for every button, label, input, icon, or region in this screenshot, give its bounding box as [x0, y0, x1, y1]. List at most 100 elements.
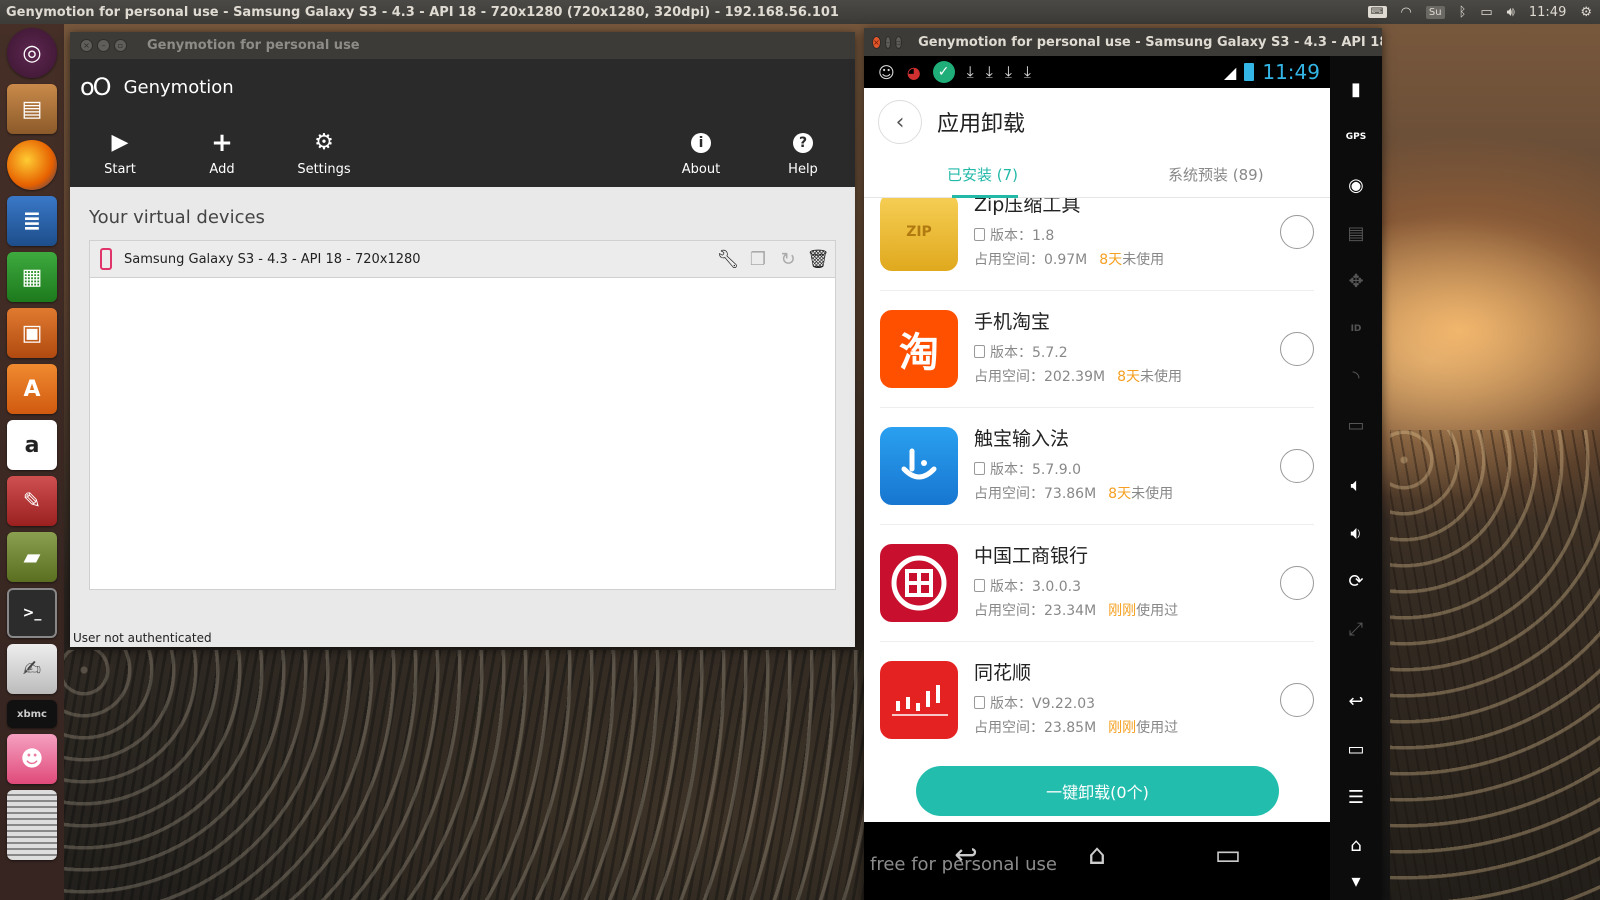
nav-home-icon[interactable]: ⌂ [1067, 836, 1127, 872]
app-space: 占用空间：23.85M 刚刚使用过 [974, 717, 1178, 737]
scale-icon[interactable]: ⤢ [1341, 614, 1371, 644]
usage-text: 使用过 [1136, 720, 1179, 736]
rotate-icon[interactable]: ⟳ [1341, 566, 1371, 596]
clone-icon[interactable]: ❐ [747, 249, 769, 271]
amazon-icon[interactable]: a [7, 420, 57, 470]
maximize-icon[interactable]: ▫ [114, 39, 127, 52]
webcam-icon[interactable]: ◉ [1341, 170, 1371, 200]
check-icon: ✓ [932, 61, 955, 83]
calc-icon[interactable]: ▦ [7, 252, 57, 302]
dpad-icon[interactable]: ✥ [1341, 266, 1371, 296]
clapper-icon[interactable]: ▤ [1341, 218, 1371, 248]
wallpaper-grass [64, 650, 884, 900]
files-icon[interactable]: ▤ [7, 84, 57, 134]
version-text: 版本：3.0.0.3 [990, 579, 1081, 595]
close-icon[interactable]: × [872, 35, 881, 49]
settings-gear-icon[interactable]: ⚙ [1580, 5, 1592, 20]
sms-icon[interactable]: ▭ [1341, 410, 1371, 440]
select-checkbox[interactable] [1280, 566, 1314, 600]
ubuntu-icon[interactable]: ◎ [7, 28, 57, 78]
list-item[interactable]: 同花顺 版本：V9.22.03 占用空间：23.85M 刚刚使用过 [880, 642, 1314, 758]
app-list: ZIP Zip压缩工具 版本：1.8 占用空间：0.97M 8天未使用 淘 手机淘… [864, 198, 1330, 758]
minimize-icon[interactable]: – [97, 39, 110, 52]
select-checkbox[interactable] [1280, 683, 1314, 717]
one-click-uninstall-button[interactable]: 一键卸载(0个) [916, 766, 1279, 816]
text-editor-icon[interactable]: ✍ [7, 644, 57, 694]
user-indicator[interactable]: Su [1425, 5, 1445, 19]
keyboard-icon[interactable]: ⌨ [1367, 6, 1387, 18]
workspace-icon[interactable] [7, 790, 57, 860]
battery-widget-icon[interactable]: ▮ [1341, 74, 1371, 104]
space-text: 占用空间：23.85M [974, 720, 1097, 736]
about-label: About [681, 161, 721, 177]
close-icon[interactable]: × [80, 39, 93, 52]
version-text: 版本：5.7.9.0 [990, 462, 1081, 478]
system-settings-icon[interactable]: ✎ [7, 476, 57, 526]
volume-icon[interactable]: 🔊︎ [1507, 5, 1515, 20]
space-text: 占用空间：73.86M [974, 486, 1097, 502]
trash-icon[interactable]: 🗑︎ [807, 249, 830, 271]
download-icon: ⤓ [985, 62, 993, 81]
space-text: 占用空间：202.39M [974, 369, 1106, 385]
list-item[interactable]: 触宝输入法 版本：5.7.9.0 占用空间：73.86M 8天未使用 [880, 408, 1314, 525]
usage-text: 未使用 [1140, 369, 1182, 385]
add-button[interactable]: + Add [172, 119, 272, 187]
app-name: 同花顺 [974, 662, 1032, 684]
gps-icon[interactable]: GPS [1341, 122, 1371, 152]
app-title: 应用卸载 [937, 112, 1026, 137]
chevron-down-icon[interactable]: ▾ [1341, 866, 1371, 896]
terminal-icon[interactable]: >_ [7, 588, 57, 638]
about-button[interactable]: i About [651, 119, 751, 187]
tab-preinstalled[interactable]: 系统预装 (89) [1168, 164, 1264, 185]
rss-icon[interactable]: ◝ [1341, 362, 1371, 392]
start-label: Start [104, 161, 136, 177]
device-row[interactable]: Samsung Galaxy S3 - 4.3 - API 18 - 720x1… [90, 241, 835, 278]
tab-installed[interactable]: 已安装 (7) [947, 164, 1018, 185]
gear-icon: ⚙ [314, 129, 334, 155]
id-icon[interactable]: ID [1341, 314, 1371, 344]
genymotion-logo-icon: oO [80, 73, 112, 101]
select-checkbox[interactable] [1280, 215, 1314, 249]
brand: oO Genymotion [80, 73, 234, 101]
maximize-icon[interactable]: ▫ [894, 35, 903, 49]
list-item[interactable]: ZIP Zip压缩工具 版本：1.8 占用空间：0.97M 8天未使用 [880, 198, 1314, 291]
menu-key-icon[interactable]: ☰ [1341, 782, 1371, 812]
cat-icon: ☺ [878, 62, 895, 82]
battery-icon[interactable]: ▭ [1480, 5, 1492, 20]
settings-label: Settings [297, 161, 351, 177]
software-center-icon[interactable]: A [7, 364, 57, 414]
xbmc-icon[interactable]: xbmc [7, 700, 57, 728]
add-label: Add [209, 161, 235, 177]
reset-icon[interactable]: ↻ [777, 249, 799, 271]
wrench-icon[interactable]: 🔧︎ [717, 249, 740, 271]
book-icon[interactable]: ▰ [7, 532, 57, 582]
nav-recents-icon[interactable]: ▭ [1198, 836, 1258, 872]
list-item[interactable]: 淘 手机淘宝 版本：5.7.2 占用空间：202.39M 8天未使用 [880, 291, 1314, 408]
play-icon: ▶ [111, 129, 129, 155]
firefox-icon[interactable] [7, 140, 57, 190]
home-key-icon[interactable]: ⌂ [1341, 830, 1371, 860]
impress-icon[interactable]: ▣ [7, 308, 57, 358]
volume-up-icon[interactable]: 🔈︎ [1341, 470, 1371, 500]
back-key-icon[interactable]: ↩ [1341, 686, 1371, 716]
back-button[interactable]: ‹ [878, 100, 922, 144]
version-text: 版本：5.7.2 [990, 345, 1068, 361]
settings-button[interactable]: ⚙ Settings [274, 119, 374, 187]
help-button[interactable]: ? Help [753, 119, 853, 187]
select-checkbox[interactable] [1280, 332, 1314, 366]
version-text: 版本：1.8 [990, 228, 1055, 244]
usage-highlight: 8天 [1117, 369, 1140, 385]
clock[interactable]: 11:49 [1529, 5, 1566, 20]
writer-icon[interactable]: ≣ [7, 196, 57, 246]
recents-key-icon[interactable]: ▭ [1341, 734, 1371, 764]
select-checkbox[interactable] [1280, 449, 1314, 483]
minimize-icon[interactable]: – [884, 35, 891, 49]
start-button[interactable]: ▶ Start [70, 119, 170, 187]
wifi-icon[interactable]: ◠ [1401, 5, 1412, 20]
volume-down-icon[interactable]: 🔉︎ [1341, 518, 1371, 548]
game-icon[interactable]: ☻ [7, 734, 57, 784]
version-text: 版本：V9.22.03 [990, 696, 1096, 712]
bluetooth-icon[interactable]: ᛒ [1459, 5, 1467, 20]
android-status-bar: ☺ ◕ ✓ ⤓ ⤓ ⤓ ⤓ ◢ 11:49 [864, 56, 1330, 88]
list-item[interactable]: 中国工商银行 版本：3.0.0.3 占用空间：23.34M 刚刚使用过 [880, 525, 1314, 642]
